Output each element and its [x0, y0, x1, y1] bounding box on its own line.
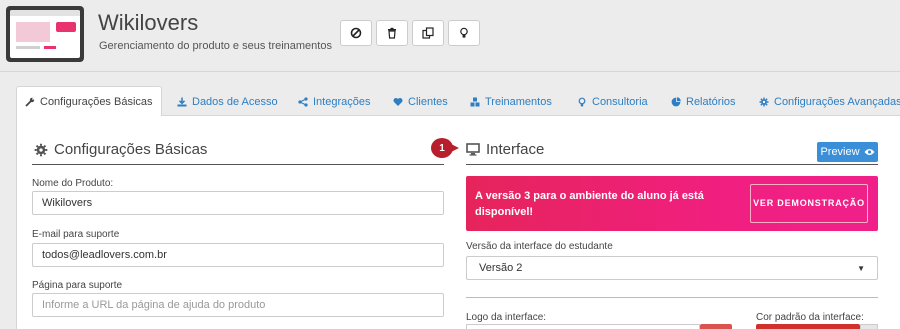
section-divider: [466, 164, 878, 165]
logo-upload-button[interactable]: [700, 324, 732, 329]
version-label: Versão da interface do estudante: [466, 241, 613, 252]
eye-icon: [864, 149, 875, 155]
promo-text: A versão 3 para o ambiente do aluno já e…: [475, 190, 704, 218]
section-title: Interface: [486, 141, 545, 158]
gear-icon: [34, 143, 48, 156]
ban-icon: [350, 27, 362, 39]
color-label: Cor padrão da interface:: [756, 312, 864, 323]
section-divider: [32, 164, 444, 165]
tab-bar: Configurações Básicas Dados de Acesso In…: [16, 86, 900, 117]
pie-chart-icon: [671, 96, 681, 106]
callout-badge: 1: [431, 138, 453, 158]
copy-icon: [422, 27, 434, 39]
version-select[interactable]: Versão 2 ▼: [466, 256, 878, 280]
heart-icon: [393, 97, 403, 106]
cubes-icon: [470, 97, 480, 106]
support-email-input[interactable]: todos@leadlovers.com.br: [32, 243, 444, 267]
support-email-label: E-mail para suporte: [32, 229, 120, 240]
tips-button[interactable]: [448, 20, 480, 46]
tab-treinamentos[interactable]: Treinamentos: [470, 86, 552, 117]
share-icon: [298, 96, 308, 107]
tab-label: Consultoria: [592, 95, 648, 108]
color-picker-input[interactable]: [756, 324, 860, 329]
tab-label: Treinamentos: [485, 95, 552, 108]
wrench-icon: [25, 97, 35, 107]
interface-divider: [466, 297, 878, 298]
lightbulb-icon: [460, 27, 468, 38]
preview-button[interactable]: Preview: [817, 142, 878, 162]
page-subtitle: Gerenciamento do produto e seus treiname…: [99, 40, 332, 52]
product-name-input[interactable]: Wikilovers: [32, 191, 444, 215]
version-promo-banner: A versão 3 para o ambiente do aluno já e…: [466, 176, 878, 231]
tab-label: Configurações Avançadas: [774, 95, 900, 108]
monitor-icon: [466, 143, 480, 156]
section-title: Configurações Básicas: [54, 141, 208, 158]
tab-dados-de-acesso[interactable]: Dados de Acesso: [177, 86, 278, 117]
page-title: Wikilovers: [98, 10, 199, 35]
delete-button[interactable]: [376, 20, 408, 46]
tab-integracoes[interactable]: Integrações: [298, 86, 370, 117]
product-thumbnail: [6, 6, 84, 62]
callout-arrow: [451, 144, 459, 152]
caret-down-icon: ▼: [857, 263, 865, 273]
tab-label: Clientes: [408, 95, 448, 108]
tab-label: Integrações: [313, 95, 371, 108]
preview-label: Preview: [820, 146, 860, 158]
logo-input[interactable]: [466, 324, 700, 329]
product-header: Wikilovers Gerenciamento do produto e se…: [0, 0, 900, 72]
logo-label: Logo da interface:: [466, 312, 547, 323]
tab-label: Relatórios: [686, 95, 736, 108]
gear-icon: [759, 97, 769, 106]
tab-consultoria[interactable]: Consultoria: [577, 86, 648, 117]
interface-heading: Interface: [466, 141, 544, 158]
version-selected-value: Versão 2: [479, 262, 523, 274]
color-picker-addon[interactable]: [860, 324, 878, 329]
support-page-input[interactable]: Informe a URL da página de ajuda do prod…: [32, 293, 444, 317]
download-icon: [177, 97, 187, 106]
tab-clientes[interactable]: Clientes: [393, 86, 448, 117]
tab-configuracoes-avancadas[interactable]: Configurações Avançadas: [759, 86, 900, 117]
tab-configuracoes-basicas[interactable]: Configurações Básicas: [16, 86, 162, 117]
disable-button[interactable]: [340, 20, 372, 46]
product-name-label: Nome do Produto:: [32, 178, 114, 189]
tab-label: Configurações Básicas: [40, 95, 153, 108]
basic-settings-heading: Configurações Básicas: [34, 141, 207, 158]
tab-relatorios[interactable]: Relatórios: [671, 86, 736, 117]
lightbulb-icon: [578, 97, 586, 106]
view-demo-button[interactable]: VER DEMONSTRAÇÃO: [750, 184, 868, 223]
trash-icon: [388, 27, 396, 39]
duplicate-button[interactable]: [412, 20, 444, 46]
tab-label: Dados de Acesso: [192, 95, 278, 108]
support-page-label: Página para suporte: [32, 280, 123, 291]
